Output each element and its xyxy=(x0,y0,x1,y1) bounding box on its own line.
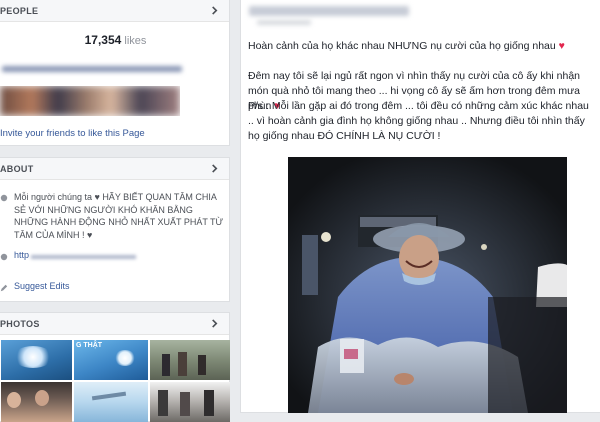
photos-header-title: PHOTOS xyxy=(0,318,40,329)
about-description-row: Mỗi người chúng ta ♥ HÃY BIẾT QUAN TÂM C… xyxy=(0,191,225,241)
post-photo[interactable] xyxy=(288,157,567,413)
about-card: ABOUT Mỗi người chúng ta ♥ HÃY BIẾT QUAN… xyxy=(0,157,230,302)
photo-thumbnail[interactable] xyxy=(150,340,230,380)
people-header-title: PEOPLE xyxy=(0,5,39,16)
photo-caption: G THẬT xyxy=(76,342,103,349)
globe-icon xyxy=(0,252,8,261)
post-photo-scene xyxy=(288,157,567,413)
photo-thumbnail[interactable] xyxy=(1,340,72,380)
about-description: Mỗi người chúng ta ♥ HÃY BIẾT QUAN TÂM C… xyxy=(14,192,224,240)
chevron-right-icon[interactable] xyxy=(207,4,221,18)
about-website-row: http xyxy=(0,250,137,261)
photo-thumbnail[interactable] xyxy=(1,382,72,422)
photos-card-header[interactable]: PHOTOS xyxy=(0,313,229,335)
post-card: Hoàn cảnh của họ khác nhau NHƯNG nụ cười… xyxy=(240,0,600,413)
photos-card: PHOTOS G THẬT xyxy=(0,312,230,422)
suggest-edits-link[interactable]: Suggest Edits xyxy=(14,281,70,291)
photo-thumbnail[interactable] xyxy=(150,382,230,422)
about-header-title: ABOUT xyxy=(0,163,34,174)
friends-avatars-blurred xyxy=(0,86,180,116)
photo-thumbnail[interactable]: G THẬT xyxy=(74,340,148,380)
people-card: PEOPLE 17,354 likes Invite your friends … xyxy=(0,0,230,146)
about-card-header[interactable]: ABOUT xyxy=(0,158,229,180)
likes-count: 17,354 xyxy=(84,33,122,47)
friends-liked-blurred xyxy=(2,66,182,72)
suggest-edits-row[interactable]: Suggest Edits xyxy=(0,281,70,292)
post-timestamp-blurred xyxy=(257,20,311,25)
post-line-1-text: Hoàn cảnh của họ khác nhau NHƯNG nụ cười… xyxy=(248,40,556,52)
photo-thumbnail[interactable] xyxy=(74,382,148,422)
chevron-right-icon[interactable] xyxy=(207,162,221,176)
people-card-header[interactable]: PEOPLE xyxy=(0,0,229,22)
likes-label: likes xyxy=(124,35,147,47)
post-paragraph-3-text: P/s : Mỗi lần gặp ai đó trong đêm ... tô… xyxy=(248,100,589,142)
post-paragraph-3: P/s : Mỗi lần gặp ai đó trong đêm ... tô… xyxy=(248,99,594,144)
website-url-blurred xyxy=(31,255,137,259)
invite-friends-link[interactable]: Invite your friends to like this Page xyxy=(0,128,145,139)
likes-count-row: 17,354 likes xyxy=(0,33,231,47)
heart-icon: ♥ xyxy=(558,40,565,52)
post-line-1: Hoàn cảnh của họ khác nhau NHƯNG nụ cười… xyxy=(248,39,598,54)
pencil-icon xyxy=(0,283,8,292)
info-icon xyxy=(0,193,8,202)
about-website-link[interactable]: http xyxy=(14,250,29,260)
chevron-right-icon[interactable] xyxy=(207,317,221,331)
post-author-blurred xyxy=(249,6,409,16)
